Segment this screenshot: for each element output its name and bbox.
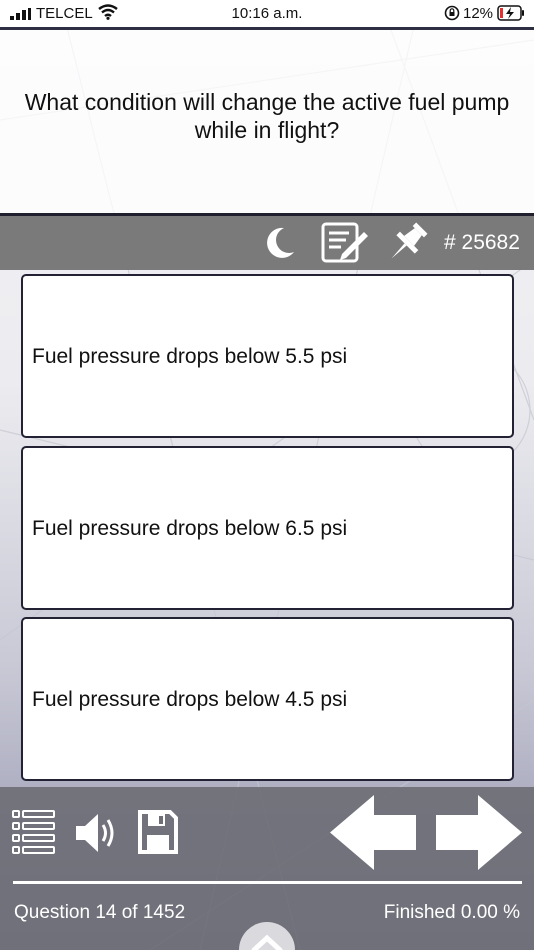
bottom-divider [13,881,522,884]
bottom-navigation-bar: Question 14 of 1452 Finished 0.00 % [0,787,534,950]
question-progress: Question 14 of 1452 [14,902,186,923]
notes-icon [321,222,368,263]
night-mode-button[interactable] [258,222,300,264]
expand-panel-handle[interactable] [238,921,296,950]
answer-option-a[interactable]: Fuel pressure drops below 5.5 psi [21,274,514,438]
answer-label: Fuel pressure drops below 6.5 psi [32,517,348,540]
answer-label: Fuel pressure drops below 4.5 psi [32,688,348,711]
save-icon [138,810,178,854]
chevron-up-icon [239,922,295,950]
next-question-button[interactable] [434,795,522,870]
arrow-right-icon [436,795,522,870]
question-panel: What condition will change the active fu… [0,30,534,213]
speaker-icon [76,814,114,852]
arrow-left-icon [330,795,416,870]
previous-question-button[interactable] [330,795,418,870]
pin-icon [391,222,428,259]
battery-percent: 12% [463,5,494,22]
orientation-lock-icon [444,5,460,21]
question-id: # 25682 [444,231,520,254]
finished-percent: Finished 0.00 % [383,902,520,923]
pin-button[interactable] [382,222,432,264]
question-text: What condition will change the active fu… [24,89,510,143]
answer-option-c[interactable]: Fuel pressure drops below 4.5 psi [21,617,514,781]
battery-icon [497,5,524,21]
question-toolbar: # 25682 [0,216,534,270]
answer-option-b[interactable]: Fuel pressure drops below 6.5 psi [21,446,514,610]
moon-icon [267,227,294,258]
notes-button[interactable] [318,222,370,264]
question-list-button[interactable] [11,807,57,859]
status-bar: TELCEL 10:16 a.m. 12% [0,0,534,28]
audio-button[interactable] [74,809,118,857]
list-icon [12,810,55,854]
save-button[interactable] [137,809,179,855]
answer-label: Fuel pressure drops below 5.5 psi [32,345,348,368]
